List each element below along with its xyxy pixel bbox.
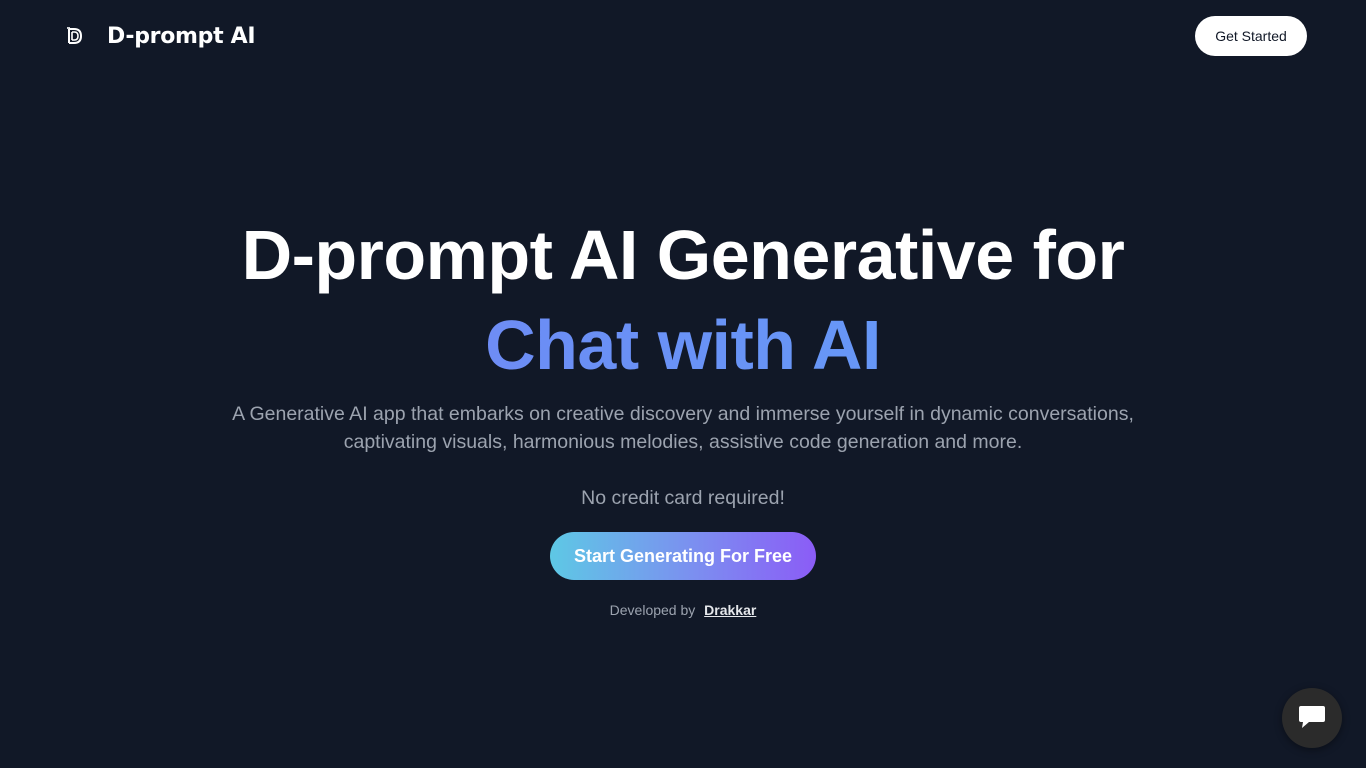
hero-title-highlight: Chat with AI bbox=[0, 300, 1366, 390]
hero-subtitle: A Generative AI app that embarks on crea… bbox=[183, 400, 1183, 456]
start-generating-button[interactable]: Start Generating For Free bbox=[550, 532, 816, 580]
d-logo-icon bbox=[66, 26, 84, 46]
hero-subtitle-line1: A Generative AI app that embarks on crea… bbox=[232, 403, 1134, 425]
brand-link[interactable]: D-prompt AI bbox=[66, 20, 256, 52]
brand-name: D-prompt AI bbox=[107, 23, 256, 49]
no-credit-card-note: No credit card required! bbox=[581, 487, 785, 509]
chat-widget-button[interactable] bbox=[1282, 688, 1342, 748]
chat-bubble-icon bbox=[1297, 703, 1327, 734]
developer-credit: Developed by Drakkar bbox=[0, 600, 1366, 620]
developer-link[interactable]: Drakkar bbox=[704, 602, 756, 618]
top-nav: D-prompt AI Get Started bbox=[0, 0, 1366, 72]
landing-page: D-prompt AI Get Started D-prompt AI Gene… bbox=[0, 0, 1366, 768]
hero-subtitle-line2: captivating visuals, harmonious melodies… bbox=[343, 431, 1023, 453]
developed-by-label: Developed by bbox=[609, 602, 696, 618]
get-started-button[interactable]: Get Started bbox=[1195, 16, 1307, 56]
hero-title: D-prompt AI Generative for Chat with AI bbox=[0, 210, 1366, 390]
hero-title-line1: D-prompt AI Generative for bbox=[241, 216, 1125, 294]
